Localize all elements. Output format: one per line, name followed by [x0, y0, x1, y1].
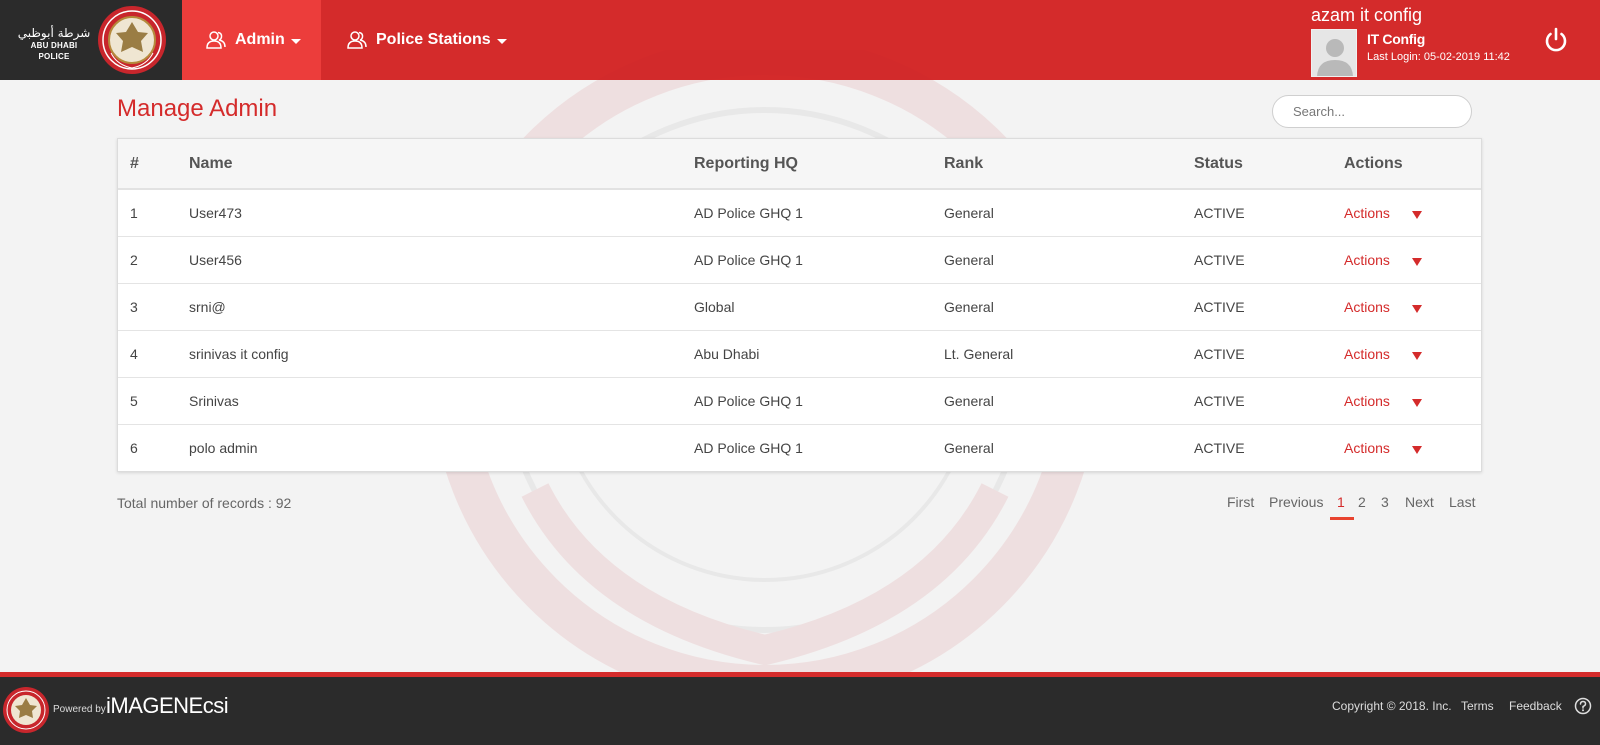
help-icon[interactable]	[1574, 697, 1592, 715]
avatar[interactable]	[1311, 29, 1357, 77]
brand-text: شرطة أبوظبي ABU DHABI POLICE	[14, 26, 94, 62]
row-rank: General	[944, 252, 994, 268]
caret-down-icon[interactable]	[1412, 211, 1422, 219]
police-emblem-icon	[97, 5, 167, 75]
row-number: 4	[130, 346, 138, 362]
user-role: IT Config	[1367, 31, 1425, 47]
row-status: ACTIVE	[1194, 299, 1245, 315]
page-title: Manage Admin	[117, 95, 278, 122]
row-reporting-hq: Abu Dhabi	[694, 346, 760, 362]
row-rank: General	[944, 205, 994, 221]
caret-down-icon[interactable]	[1412, 399, 1422, 407]
row-number: 1	[130, 205, 138, 221]
brand-logo-area[interactable]: شرطة أبوظبي ABU DHABI POLICE	[0, 0, 182, 80]
row-reporting-hq: Global	[694, 299, 735, 315]
actions-dropdown[interactable]: Actions	[1344, 205, 1390, 221]
footer: Powered by iMAGENEcsi Copyright © 2018. …	[0, 677, 1600, 745]
column-header-reporting-hq[interactable]: Reporting HQ	[694, 155, 798, 173]
active-page-indicator	[1330, 517, 1354, 520]
row-reporting-hq: AD Police GHQ 1	[694, 393, 803, 409]
row-number: 6	[130, 440, 138, 456]
nav-police-stations[interactable]: Police Stations	[321, 0, 521, 80]
column-header-name[interactable]: Name	[189, 155, 233, 173]
chevron-down-icon	[496, 38, 507, 44]
caret-down-icon[interactable]	[1412, 258, 1422, 266]
feedback-link[interactable]: Feedback	[1509, 699, 1562, 713]
table-row: 3 srni@ Global General ACTIVE Actions	[118, 284, 1481, 331]
actions-dropdown[interactable]: Actions	[1344, 252, 1390, 268]
row-reporting-hq: AD Police GHQ 1	[694, 440, 803, 456]
row-status: ACTIVE	[1194, 205, 1245, 221]
nav-police-stations-label: Police Stations	[376, 31, 491, 48]
brand-english-name: ABU DHABI POLICE	[30, 41, 78, 61]
pagination-first[interactable]: First	[1227, 494, 1254, 510]
users-icon	[206, 31, 226, 49]
actions-dropdown[interactable]: Actions	[1344, 346, 1390, 362]
column-header-number[interactable]: #	[130, 155, 139, 173]
row-number: 5	[130, 393, 138, 409]
row-rank: Lt. General	[944, 346, 1014, 362]
last-login: Last Login: 05-02-2019 11:42	[1367, 51, 1510, 63]
powered-by-label: Powered by	[53, 704, 106, 715]
row-name: Srinivas	[189, 393, 239, 409]
search-input[interactable]	[1272, 95, 1472, 128]
copyright-text: Copyright © 2018. Inc.	[1332, 699, 1452, 713]
table-row: 6 polo admin AD Police GHQ 1 General ACT…	[118, 425, 1481, 472]
admin-table: # Name Reporting HQ Rank Status Actions …	[117, 138, 1482, 472]
caret-down-icon[interactable]	[1412, 446, 1422, 454]
police-emblem-icon	[3, 687, 49, 733]
row-rank: General	[944, 393, 994, 409]
company-logo-text: iMAGENEcsi	[106, 693, 229, 718]
users-icon	[347, 31, 367, 49]
row-status: ACTIVE	[1194, 346, 1245, 362]
actions-dropdown[interactable]: Actions	[1344, 440, 1390, 456]
total-records: Total number of records : 92	[117, 495, 292, 511]
column-header-status[interactable]: Status	[1194, 155, 1243, 173]
nav-admin[interactable]: Admin	[182, 0, 321, 80]
pagination-next[interactable]: Next	[1405, 494, 1434, 510]
row-status: ACTIVE	[1194, 393, 1245, 409]
row-rank: General	[944, 299, 994, 315]
actions-dropdown[interactable]: Actions	[1344, 299, 1390, 315]
column-header-rank[interactable]: Rank	[944, 155, 983, 173]
nav-admin-label: Admin	[235, 31, 285, 48]
row-name: srinivas it config	[189, 346, 289, 362]
table-row: 4 srinivas it config Abu Dhabi Lt. Gener…	[118, 331, 1481, 378]
pagination-page-2[interactable]: 2	[1358, 494, 1366, 510]
table-row: 2 User456 AD Police GHQ 1 General ACTIVE…	[118, 237, 1481, 284]
terms-link[interactable]: Terms	[1461, 699, 1494, 713]
brand-arabic-name: شرطة أبوظبي	[17, 26, 91, 40]
user-name: azam it config	[1311, 5, 1423, 25]
table-row: 5 Srinivas AD Police GHQ 1 General ACTIV…	[118, 378, 1481, 425]
table-header: # Name Reporting HQ Rank Status Actions	[118, 139, 1481, 190]
caret-down-icon[interactable]	[1412, 352, 1422, 360]
caret-down-icon[interactable]	[1412, 305, 1422, 313]
row-number: 2	[130, 252, 138, 268]
chevron-down-icon	[290, 38, 301, 44]
row-name: polo admin	[189, 440, 258, 456]
power-icon[interactable]	[1542, 26, 1570, 54]
row-status: ACTIVE	[1194, 440, 1245, 456]
row-name: User473	[189, 205, 242, 221]
row-reporting-hq: AD Police GHQ 1	[694, 252, 803, 268]
pagination-page-3[interactable]: 3	[1381, 494, 1389, 510]
row-name: User456	[189, 252, 242, 268]
row-reporting-hq: AD Police GHQ 1	[694, 205, 803, 221]
row-number: 3	[130, 299, 138, 315]
table-row: 1 User473 AD Police GHQ 1 General ACTIVE…	[118, 190, 1481, 237]
column-header-actions: Actions	[1344, 155, 1403, 172]
row-status: ACTIVE	[1194, 252, 1245, 268]
row-rank: General	[944, 440, 994, 456]
top-navbar: شرطة أبوظبي ABU DHABI POLICE Admin Polic…	[0, 0, 1600, 80]
pagination-previous[interactable]: Previous	[1269, 494, 1323, 510]
pagination-last[interactable]: Last	[1449, 494, 1475, 510]
pagination-page-1[interactable]: 1	[1337, 494, 1345, 510]
row-name: srni@	[189, 299, 226, 315]
actions-dropdown[interactable]: Actions	[1344, 393, 1390, 409]
